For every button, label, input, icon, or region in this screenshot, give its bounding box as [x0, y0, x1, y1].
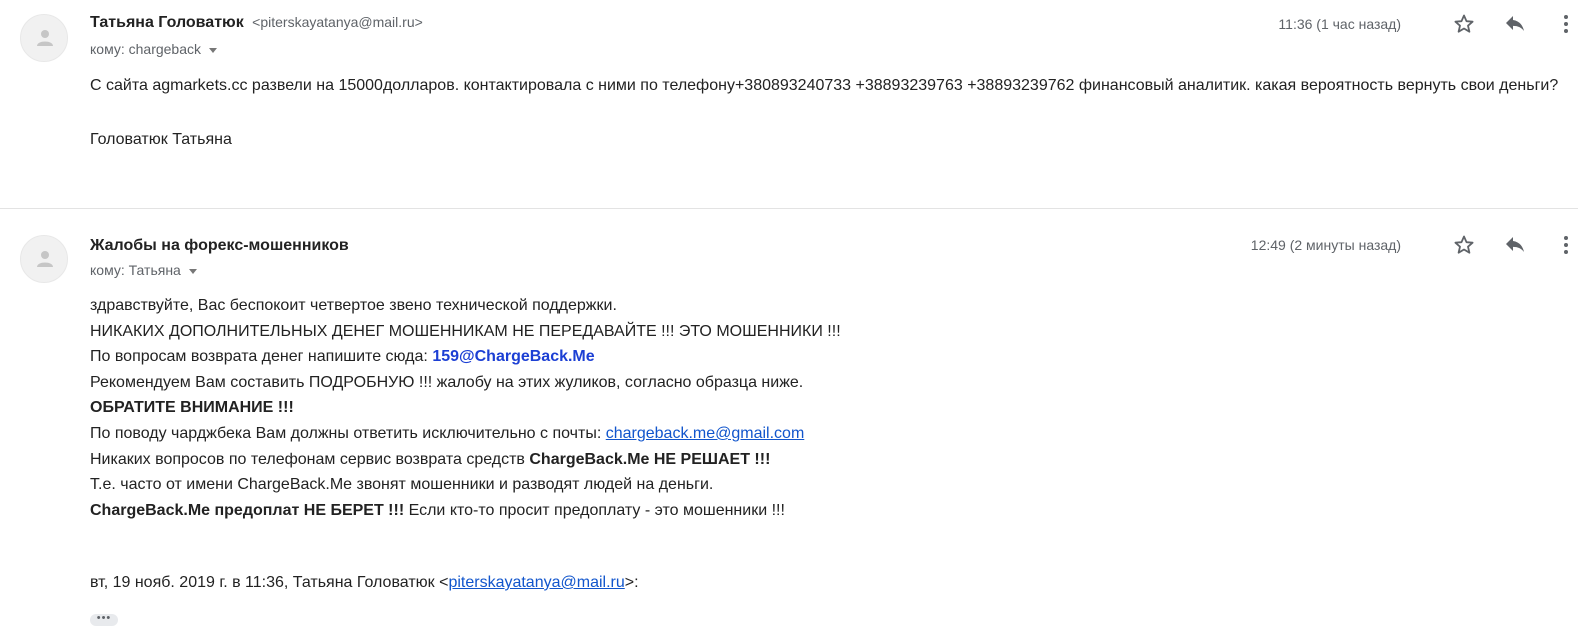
recipient-toggle[interactable]: кому: chargeback: [90, 41, 218, 57]
body-text: По вопросам возврата денег напишите сюда…: [90, 348, 433, 366]
message-1: Татьяна Головатюк <piterskayatanya@mail.…: [0, 0, 1578, 209]
quote-email-link[interactable]: piterskayatanya@mail.ru: [448, 574, 624, 591]
quote-prefix: вт, 19 нояб. 2019 г. в 11:36, Татьяна Го…: [90, 574, 449, 591]
body-line: Никаких вопросов по телефонам сервис воз…: [90, 447, 841, 473]
sender-avatar[interactable]: [20, 235, 68, 283]
reply-icon[interactable]: [1503, 233, 1527, 257]
bold-text: ChargeBack.Me предоплат НЕ БЕРЕТ !!!: [90, 501, 405, 519]
body-line: Т.е. часто от имени ChargeBack.Me звонят…: [90, 476, 714, 494]
quote-suffix: >:: [624, 574, 639, 591]
body-line: ChargeBack.Me предоплат НЕ БЕРЕТ !!! Есл…: [90, 498, 841, 524]
message-actions: [1438, 233, 1578, 257]
signature: Головатюк Татьяна: [90, 131, 232, 148]
recipient-label: кому: Татьяна: [90, 262, 181, 278]
body-line: Рекомендуем Вам составить ПОДРОБНУЮ !!! …: [90, 373, 804, 391]
more-vert-icon[interactable]: [1554, 12, 1578, 36]
body-line: По вопросам возврата денег напишите сюда…: [90, 344, 841, 370]
sender-name[interactable]: Жалобы на форекс-мошенников: [90, 237, 349, 254]
body-text: С сайта agmarkets.cc развели на 15000дол…: [90, 77, 1559, 94]
sender-name[interactable]: Татьяна Головатюк: [90, 14, 244, 31]
body-line: По поводу чарджбека Вам должны ответить …: [90, 421, 841, 447]
body-text: Никаких вопросов по телефонам сервис воз…: [90, 450, 530, 468]
body-line: НИКАКИХ ДОПОЛНИТЕЛЬНЫХ ДЕНЕГ МОШЕННИКАМ …: [90, 322, 841, 340]
sender-email: <piterskayatanya@mail.ru>: [252, 14, 423, 30]
recipient-toggle[interactable]: кому: Татьяна: [90, 262, 197, 278]
body-text: По поводу чарджбека Вам должны ответить …: [90, 424, 606, 442]
sender-line: Жалобы на форекс-мошенников: [90, 237, 349, 255]
chevron-down-icon[interactable]: [209, 47, 218, 53]
message-body: здравствуйте, Вас беспокоит четвертое зв…: [90, 293, 841, 523]
body-line: здравствуйте, Вас беспокоит четвертое зв…: [90, 297, 617, 314]
more-vert-icon[interactable]: [1554, 233, 1578, 257]
show-trimmed-content-button[interactable]: •••: [90, 613, 118, 626]
message-body: С сайта agmarkets.cc развели на 15000дол…: [90, 72, 1560, 153]
quote-header: вт, 19 нояб. 2019 г. в 11:36, Татьяна Го…: [90, 574, 639, 592]
star-icon[interactable]: [1452, 233, 1476, 257]
bold-text: ChargeBack.Me НЕ РЕШАЕТ !!!: [529, 450, 771, 468]
message-2: Жалобы на форекс-мошенников кому: Татьян…: [0, 209, 1578, 642]
sender-avatar[interactable]: [20, 14, 68, 62]
email-link[interactable]: chargeback.me@gmail.com: [606, 425, 805, 442]
reply-icon[interactable]: [1503, 12, 1527, 36]
message-time: 11:36 (1 час назад): [1278, 16, 1401, 32]
message-actions: [1438, 12, 1578, 36]
contact-email[interactable]: 159@ChargeBack.Me: [432, 348, 594, 365]
person-icon: [37, 251, 53, 267]
sender-line: Татьяна Головатюк <piterskayatanya@mail.…: [90, 14, 423, 32]
body-text: Если кто-то просит предоплату - это моше…: [404, 501, 785, 519]
message-time: 12:49 (2 минуты назад): [1250, 237, 1401, 253]
person-icon: [37, 30, 53, 46]
body-line: ОБРАТИТЕ ВНИМАНИЕ !!!: [90, 399, 294, 417]
star-icon[interactable]: [1452, 12, 1476, 36]
chevron-down-icon[interactable]: [188, 268, 197, 274]
recipient-label: кому: chargeback: [90, 41, 202, 57]
